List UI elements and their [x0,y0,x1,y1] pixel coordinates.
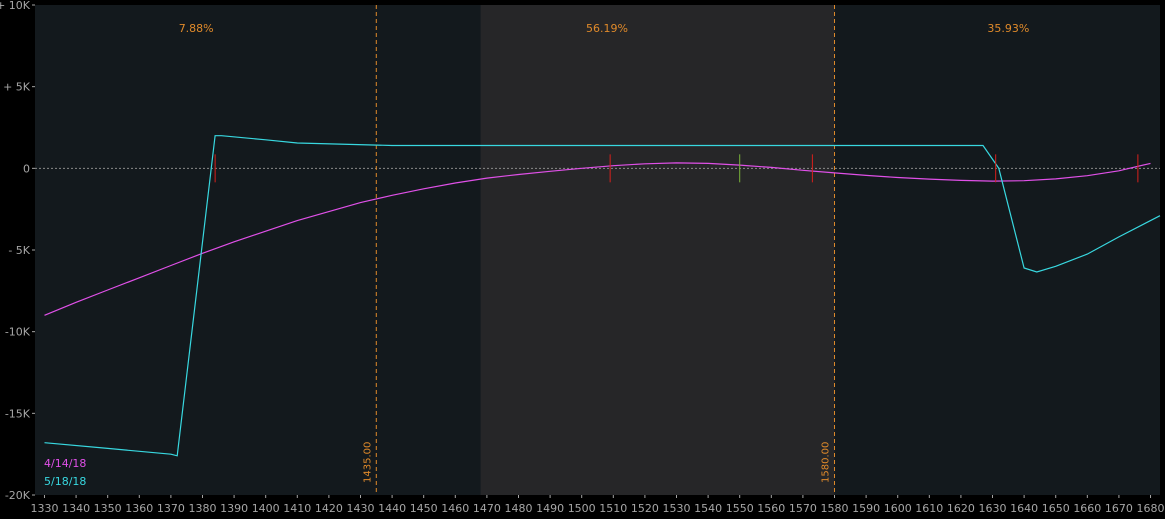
x-tick-label: 1520 [631,502,659,515]
y-tick-label: + 5K [3,81,31,94]
x-tick-label: 1660 [1073,502,1101,515]
x-tick-label: 1670 [1105,502,1133,515]
x-tick-label: 1380 [188,502,216,515]
vertical-line-label: 1580.00 [821,442,832,483]
x-tick-label: 1600 [884,502,912,515]
x-tick-label: 1360 [125,502,153,515]
x-tick-label: 1500 [568,502,596,515]
x-tick-label: 1410 [283,502,311,515]
y-tick-label: 0 [23,162,30,175]
x-tick-label: 1680 [1137,502,1165,515]
x-tick-label: 1540 [694,502,722,515]
legend-entry: 5/18/18 [44,475,86,488]
x-tick-label: 1580 [821,502,849,515]
x-tick-label: 1490 [536,502,564,515]
x-tick-label: 1570 [789,502,817,515]
y-tick-label: -10K [5,326,31,339]
probability-label: 35.93% [987,22,1029,35]
risk-profile-chart: + 10K + 5K 0- 5K -10K -15K -20K 1330 1340 1350 13… [0,0,1165,519]
x-tick-label: 1390 [220,502,248,515]
x-tick-label: 1480 [504,502,532,515]
probability-label: 7.88% [179,22,214,35]
x-tick-label: 1510 [599,502,627,515]
x-tick-label: 1430 [346,502,374,515]
x-tick-label: 1620 [947,502,975,515]
x-tick-label: 1450 [410,502,438,515]
x-tick-label: 1400 [252,502,280,515]
x-tick-label: 1350 [94,502,122,515]
x-tick-label: 1330 [30,502,58,515]
vertical-line-label: 1435.00 [362,442,373,483]
x-tick-label: 1530 [663,502,691,515]
x-tick-label: 1590 [852,502,880,515]
y-tick-label: -20K [5,489,31,502]
x-tick-label: 1640 [1010,502,1038,515]
x-tick-label: 1560 [757,502,785,515]
y-tick-label: -15K [5,407,31,420]
shaded-range [480,5,835,495]
y-tick-label: - 5K [8,244,30,257]
x-tick-label: 1650 [1042,502,1070,515]
x-tick-label: 1340 [62,502,90,515]
x-tick-label: 1420 [315,502,343,515]
x-tick-label: 1550 [726,502,754,515]
legend-entry: 4/14/18 [44,457,86,470]
x-tick-label: 1470 [473,502,501,515]
y-tick-label: + 10K [0,0,31,12]
x-tick-label: 1370 [157,502,185,515]
x-tick-label: 1610 [915,502,943,515]
x-tick-label: 1440 [378,502,406,515]
x-tick-label: 1460 [441,502,469,515]
risk-profile-svg: + 10K+ 5K0- 5K-10K-15K-20K1330 1340 1350 13… [0,0,1165,515]
x-tick-label: 1630 [979,502,1007,515]
probability-label: 56.19% [586,22,628,35]
